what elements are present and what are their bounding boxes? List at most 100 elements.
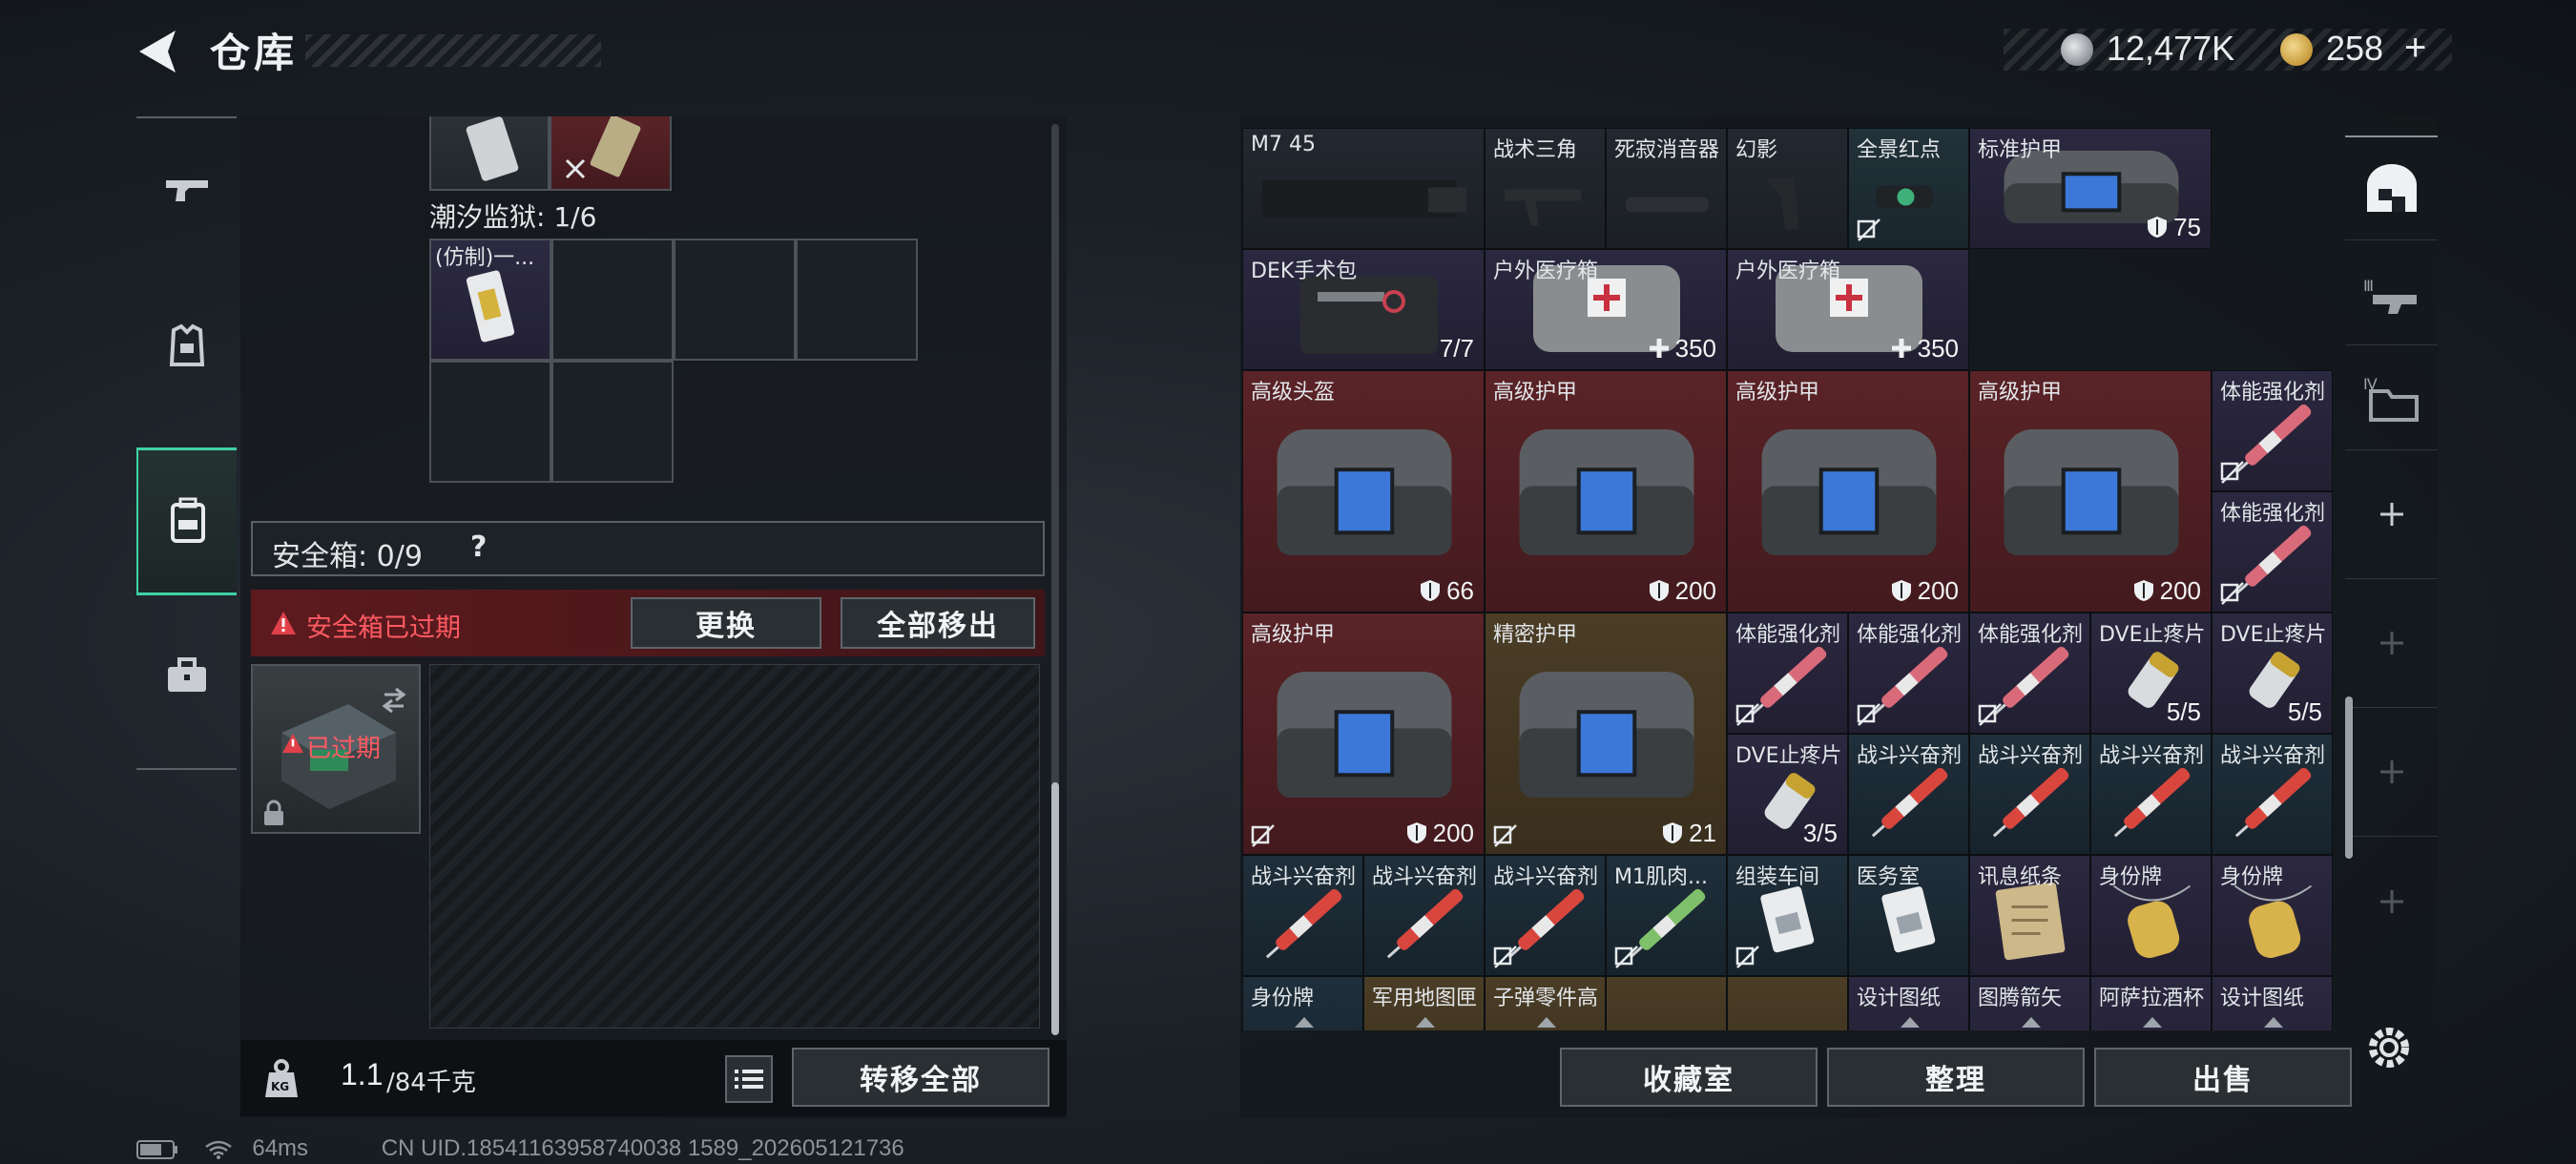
safebox-item[interactable]: 已过期 xyxy=(251,664,421,834)
item-value: 66 xyxy=(1420,576,1474,606)
healing-plus-icon xyxy=(1649,339,1669,358)
storage-item[interactable]: 设计图纸 xyxy=(1848,976,1969,1030)
container-slot[interactable] xyxy=(429,116,550,191)
storage-item[interactable]: DEK手术包 7/7 xyxy=(1242,249,1485,370)
nav-weapons[interactable] xyxy=(136,118,237,261)
storage-item[interactable]: DVE止疼片 5/5 xyxy=(2212,613,2333,734)
no-trade-icon xyxy=(1857,703,1880,726)
storage-item[interactable]: 身份牌 xyxy=(2212,855,2333,976)
storage-item[interactable]: 讯息纸条 xyxy=(1969,855,2090,976)
item-value-text: 5/5 xyxy=(2287,697,2322,726)
storage-item[interactable]: 战斗兴奋剂 xyxy=(2212,734,2333,855)
item-name: 体能强化剂 xyxy=(1978,623,2084,647)
storage-item[interactable]: 标准护甲 75 xyxy=(1969,128,2212,249)
container-slot[interactable] xyxy=(796,239,918,361)
item-name: 战斗兴奋剂 xyxy=(1857,744,1963,768)
nav-backpack[interactable] xyxy=(136,447,237,595)
storage-item[interactable]: 医务室 xyxy=(1848,855,1969,976)
item-name: M7 45 xyxy=(1251,133,1316,156)
storage-item[interactable]: 高级头盔 66 xyxy=(1242,370,1485,613)
storage-slot[interactable] xyxy=(1606,976,1727,1030)
storage-item[interactable]: 体能强化剂 xyxy=(2212,370,2333,491)
item-name: 高级护甲 xyxy=(1251,623,1336,647)
safebox-grid[interactable] xyxy=(429,664,1040,1029)
tab-all[interactable] xyxy=(2345,135,2438,240)
svg-text:Ⅲ: Ⅲ xyxy=(2363,277,2374,295)
uid-text: CN UID.18541163958740038 1589_2026051217… xyxy=(381,1135,904,1161)
back-button[interactable] xyxy=(134,27,181,76)
storage-item[interactable]: 战斗兴奋剂 xyxy=(1848,734,1969,855)
storage-item[interactable]: 战术三角 xyxy=(1485,128,1606,249)
expand-arrow-icon xyxy=(1415,1017,1435,1028)
storage-item[interactable]: 身份牌 xyxy=(2090,855,2212,976)
storage-item[interactable]: 阿萨拉酒杯 xyxy=(2090,976,2212,1030)
container-slot[interactable] xyxy=(551,239,674,361)
storage-item[interactable]: 高级护甲 200 xyxy=(1242,613,1485,855)
nav-case[interactable] xyxy=(136,600,237,753)
storage-item[interactable]: 体能强化剂 xyxy=(1848,613,1969,734)
storage-item[interactable]: 身份牌 xyxy=(1242,976,1363,1030)
storage-item[interactable]: 幻影 xyxy=(1727,128,1848,249)
storage-item[interactable]: 战斗兴奋剂 xyxy=(1242,855,1363,976)
settings-button[interactable] xyxy=(2364,1023,2414,1076)
storage-item[interactable]: 设计图纸 xyxy=(2212,976,2333,1030)
storage-item[interactable]: 户外医疗箱 350 xyxy=(1485,249,1727,370)
add-tab-button[interactable] xyxy=(2345,579,2438,708)
storage-item[interactable]: DVE止疼片 3/5 xyxy=(1727,734,1848,855)
add-tab-button[interactable] xyxy=(2345,837,2438,966)
storage-item[interactable]: 子弹零件高 xyxy=(1485,976,1606,1030)
replace-button[interactable]: 更换 xyxy=(631,597,821,649)
storage-item[interactable]: 体能强化剂 xyxy=(2212,491,2333,613)
storage-slot[interactable] xyxy=(1727,976,1848,1030)
sort-button[interactable]: 整理 xyxy=(1827,1048,2085,1107)
move-all-out-button[interactable]: 全部移出 xyxy=(841,597,1035,649)
storage-item[interactable]: 高级护甲 200 xyxy=(1485,370,1727,613)
storage-item[interactable]: 组装车间 xyxy=(1727,855,1848,976)
container-slot[interactable] xyxy=(551,361,674,483)
storage-item[interactable]: 战斗兴奋剂 xyxy=(2090,734,2212,855)
collection-room-button[interactable]: 收藏室 xyxy=(1560,1048,1818,1107)
storage-item[interactable]: 体能强化剂 xyxy=(1727,613,1848,734)
storage-item[interactable]: 战斗兴奋剂 xyxy=(1969,734,2090,855)
add-currency-button[interactable]: + xyxy=(2404,27,2426,70)
tab-3[interactable]: Ⅲ xyxy=(2345,250,2438,345)
storage-item[interactable]: 高级护甲 200 xyxy=(1727,370,1969,613)
storage-item[interactable]: 户外医疗箱 350 xyxy=(1727,249,1969,370)
sell-button[interactable]: 出售 xyxy=(2094,1048,2352,1107)
nav-gear[interactable] xyxy=(136,261,237,433)
storage-item[interactable]: 体能强化剂 xyxy=(1969,613,2090,734)
storage-item[interactable]: 高级护甲 200 xyxy=(1969,370,2212,613)
container-slot[interactable] xyxy=(550,114,672,191)
container-slot[interactable] xyxy=(429,361,551,483)
storage-tabs: Ⅲ Ⅳ xyxy=(2345,116,2438,1118)
add-tab-button[interactable] xyxy=(2345,708,2438,837)
expired-warning-icon xyxy=(282,733,303,754)
add-tab-button[interactable] xyxy=(2345,450,2438,579)
storage-item[interactable]: 全景红点 xyxy=(1848,128,1969,249)
item-name: 战斗兴奋剂 xyxy=(2099,744,2205,768)
storage-item[interactable]: 军用地图匣 xyxy=(1363,976,1485,1030)
expand-arrow-icon xyxy=(2142,1017,2162,1028)
item-name: M1肌肉... xyxy=(1614,865,1708,889)
durability-shield-icon xyxy=(1891,580,1911,601)
tab-4[interactable]: Ⅳ xyxy=(2345,345,2438,450)
container-slot[interactable] xyxy=(674,239,796,361)
storage-scrollbar[interactable] xyxy=(2345,696,2353,859)
storage-item[interactable]: M1肌肉... xyxy=(1606,855,1727,976)
container-item[interactable]: (仿制)一... xyxy=(429,239,551,361)
storage-item[interactable]: M7 45 xyxy=(1242,128,1485,249)
no-trade-icon xyxy=(1251,824,1275,847)
list-view-button[interactable] xyxy=(725,1055,773,1103)
durability-shield-icon xyxy=(1663,822,1683,843)
storage-item[interactable]: 战斗兴奋剂 xyxy=(1485,855,1606,976)
back-arrow-icon xyxy=(139,31,176,73)
transfer-all-button[interactable]: 转移全部 xyxy=(792,1048,1049,1107)
help-button[interactable]: ? xyxy=(470,530,487,564)
storage-item[interactable]: 图腾箭矢 xyxy=(1969,976,2090,1030)
storage-item[interactable]: 精密护甲 21 xyxy=(1485,613,1727,855)
storage-item[interactable]: 战斗兴奋剂 xyxy=(1363,855,1485,976)
storage-item[interactable]: 死寂消音器 xyxy=(1606,128,1727,249)
weight-value: 1.1 xyxy=(341,1057,384,1091)
storage-item[interactable]: DVE止疼片 5/5 xyxy=(2090,613,2212,734)
left-scrollbar-thumb[interactable] xyxy=(1051,782,1059,1035)
